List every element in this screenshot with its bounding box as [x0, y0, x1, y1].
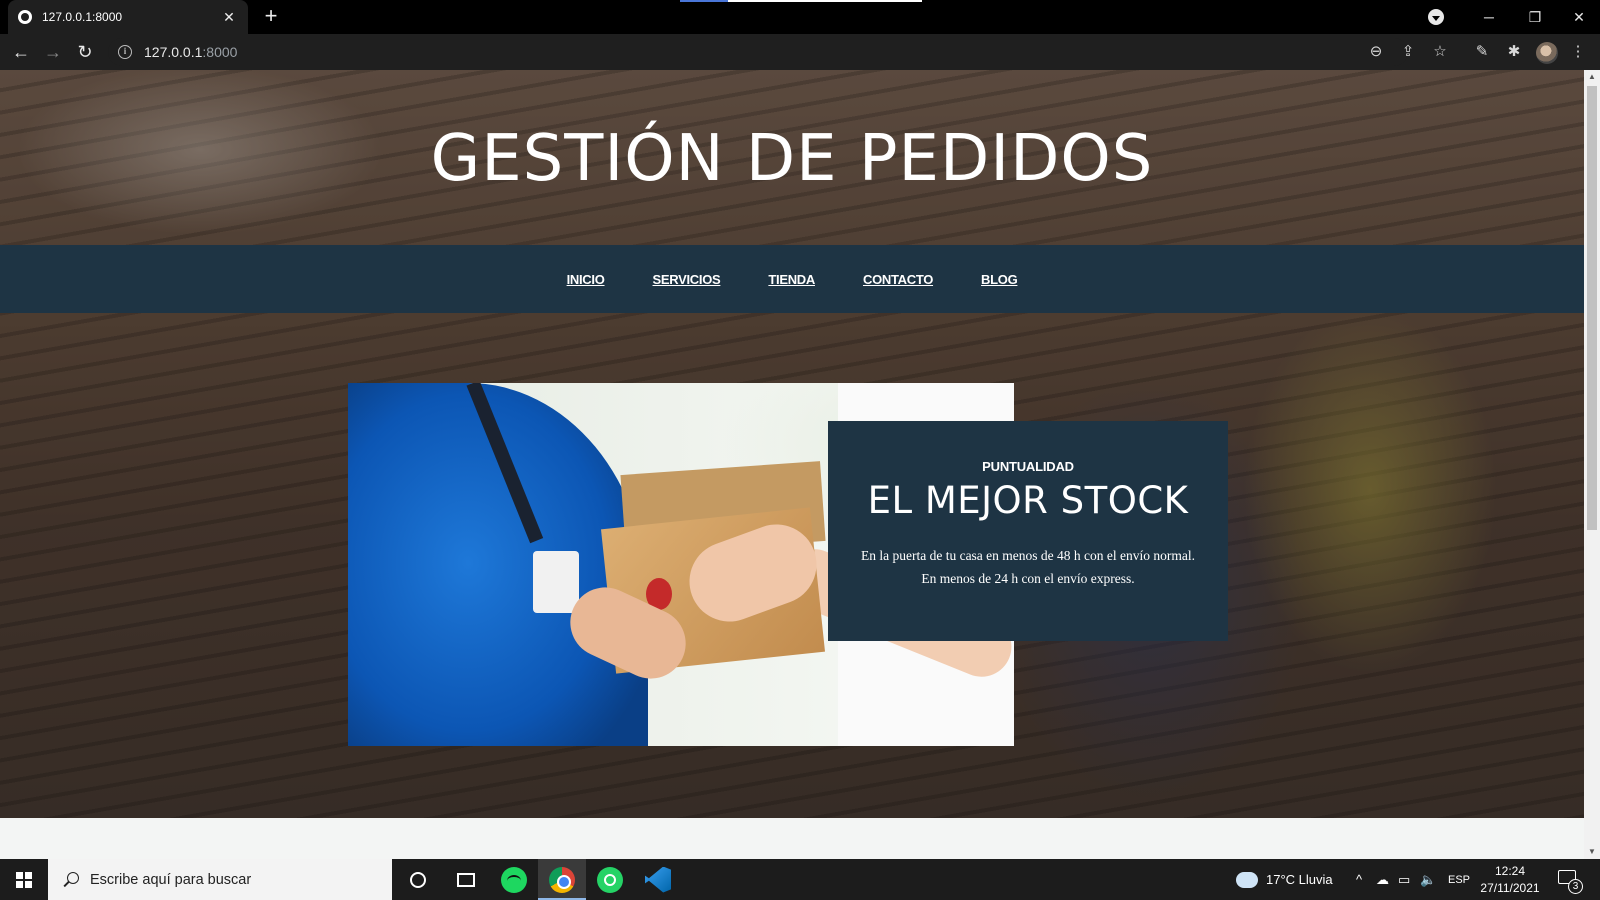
feature-description: En la puerta de tu casa en menos de 48 h…	[860, 548, 1195, 586]
site-info-icon[interactable]: i	[118, 45, 132, 59]
scroll-up-arrow-icon[interactable]: ▲	[1584, 70, 1600, 84]
forward-button[interactable]: →	[40, 39, 66, 65]
windows-logo-icon	[16, 871, 32, 888]
notification-center-button[interactable]: 3	[1556, 867, 1583, 894]
extension-pen-icon[interactable]: ✎	[1472, 42, 1492, 62]
whatsapp-taskbar-button[interactable]	[586, 859, 634, 900]
main-navigation: INICIO SERVICIOS TIENDA CONTACTO BLOG	[0, 245, 1584, 313]
taskbar-clock[interactable]: 12:24 27/11/2021	[1460, 863, 1560, 897]
browser-tab[interactable]: 127.0.0.1:8000 ✕	[8, 0, 248, 34]
spotify-taskbar-button[interactable]	[490, 859, 538, 900]
clock-date: 27/11/2021	[1480, 881, 1540, 895]
nav-link-contacto[interactable]: CONTACTO	[863, 272, 933, 287]
network-icon: ▭	[1398, 871, 1411, 887]
chrome-icon	[549, 866, 575, 893]
network-tray[interactable]: ▭	[1398, 859, 1410, 900]
close-tab-icon[interactable]: ✕	[220, 8, 238, 26]
profile-avatar[interactable]	[1536, 42, 1558, 64]
volume-tray[interactable]: 🔈	[1420, 859, 1436, 900]
clock-time: 12:24	[1494, 864, 1526, 878]
feature-card: PUNTUALIDAD EL MEJOR STOCK En la puerta …	[828, 421, 1228, 641]
scroll-down-arrow-icon[interactable]: ▼	[1584, 845, 1600, 859]
weather-widget[interactable]: 17°C Lluvia	[1236, 859, 1333, 900]
restore-button[interactable]: ❐	[1512, 0, 1558, 34]
tab-search-icon[interactable]	[1428, 9, 1444, 25]
task-view-button[interactable]	[442, 859, 490, 900]
minimize-button[interactable]: ─	[1466, 0, 1512, 34]
share-icon[interactable]: ⇪	[1398, 42, 1418, 62]
task-view-icon	[457, 872, 475, 887]
scroll-thumb[interactable]	[1587, 86, 1597, 530]
page-scrollbar[interactable]: ▲ ▼	[1584, 70, 1600, 859]
volume-icon: 🔈	[1420, 871, 1437, 887]
cortana-button[interactable]	[394, 859, 442, 900]
rain-cloud-icon	[1236, 871, 1258, 888]
globe-icon	[18, 10, 32, 24]
browser-menu-icon[interactable]: ⋮	[1568, 42, 1588, 62]
search-icon	[62, 871, 80, 889]
taskbar-search-placeholder: Escribe aquí para buscar	[90, 871, 252, 888]
nav-link-inicio[interactable]: INICIO	[567, 272, 605, 287]
nav-link-servicios[interactable]: SERVICIOS	[653, 272, 721, 287]
feature-headline: EL MEJOR STOCK	[867, 479, 1189, 522]
zoom-icon[interactable]: ⊖	[1366, 42, 1386, 62]
bookmark-star-icon[interactable]: ☆	[1430, 42, 1450, 62]
notification-count: 3	[1568, 879, 1583, 894]
address-host: 127.0.0.1	[144, 44, 203, 60]
windows-taskbar: Escribe aquí para buscar 17°C Lluvia ^ ☁…	[0, 859, 1600, 900]
cortana-icon	[410, 871, 426, 888]
start-button[interactable]	[0, 859, 48, 900]
tray-overflow[interactable]: ^	[1356, 859, 1362, 900]
onedrive-tray[interactable]: ☁	[1376, 859, 1389, 900]
nav-link-tienda[interactable]: TIENDA	[768, 272, 815, 287]
whatsapp-icon	[597, 866, 623, 893]
chevron-up-icon: ^	[1356, 872, 1363, 887]
tab-title: 127.0.0.1:8000	[42, 10, 123, 24]
reload-button[interactable]: ↻	[72, 39, 98, 65]
address-bar[interactable]: i 127.0.0.1:8000	[108, 38, 1408, 66]
weather-text: 17°C Lluvia	[1266, 872, 1333, 887]
browser-toolbar: ← → ↻ i 127.0.0.1:8000 ⊖ ⇪ ☆ ✎ ✱ ⋮	[0, 34, 1600, 70]
extensions-puzzle-icon[interactable]: ✱	[1504, 42, 1524, 62]
taskbar-search-box[interactable]: Escribe aquí para buscar	[48, 859, 392, 900]
loading-indicator	[680, 0, 728, 2]
address-port: :8000	[202, 44, 238, 60]
chrome-taskbar-button[interactable]	[538, 859, 586, 900]
site-title: GESTIÓN DE PEDIDOS	[430, 122, 1154, 196]
new-tab-button[interactable]: +	[258, 4, 284, 30]
vscode-taskbar-button[interactable]	[634, 859, 682, 900]
loading-indicator-track	[728, 0, 922, 2]
cloud-icon: ☁	[1376, 871, 1389, 887]
nav-link-blog[interactable]: BLOG	[981, 272, 1018, 287]
spotify-icon	[501, 866, 527, 893]
vscode-icon	[645, 866, 671, 893]
browser-tab-bar: 127.0.0.1:8000 ✕ + ─ ❐ ✕	[0, 0, 1600, 34]
page-viewport: GESTIÓN DE PEDIDOS INICIO SERVICIOS TIEN…	[0, 70, 1584, 859]
back-button[interactable]: ←	[8, 39, 34, 65]
window-close-button[interactable]: ✕	[1556, 0, 1600, 34]
feature-eyebrow: PUNTUALIDAD	[982, 459, 1074, 474]
